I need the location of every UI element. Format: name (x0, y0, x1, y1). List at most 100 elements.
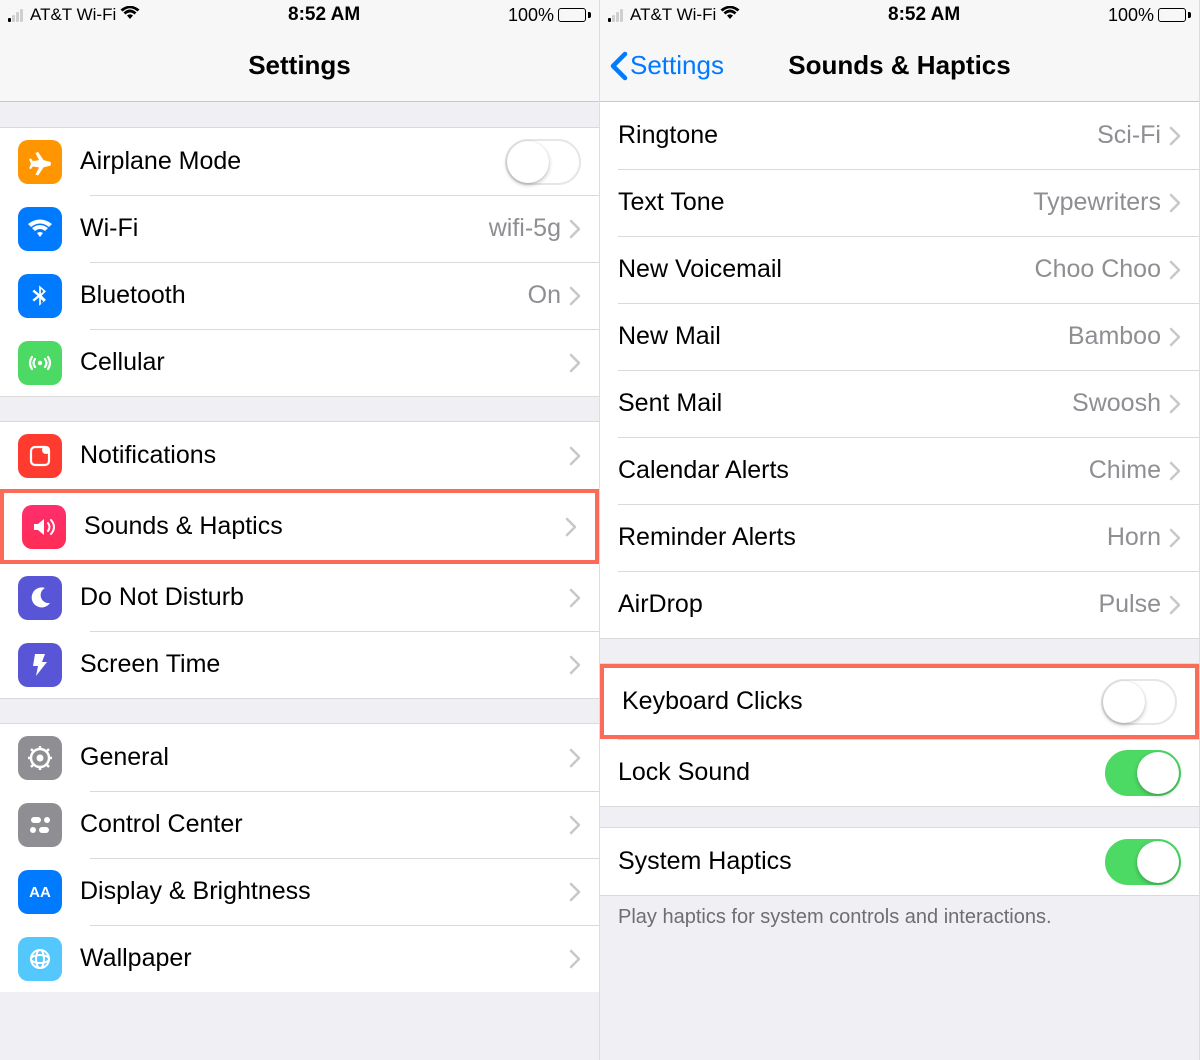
battery-percent: 100% (1108, 5, 1154, 26)
cell-label: Cellular (80, 348, 569, 377)
bluetooth-icon (18, 274, 62, 318)
nav-bar: Settings Sounds & Haptics (600, 30, 1199, 102)
chevron-right-icon (569, 882, 581, 902)
row-calendar-alerts[interactable]: Calendar Alerts Chime (600, 437, 1199, 504)
carrier-label: AT&T Wi-Fi (630, 5, 716, 25)
cell-label: AirDrop (618, 590, 1098, 619)
nav-bar: Settings (0, 30, 599, 102)
row-text-tone[interactable]: Text Tone Typewriters (600, 169, 1199, 236)
cell-label: Keyboard Clicks (622, 687, 1101, 716)
cell-label: Text Tone (618, 188, 1033, 217)
chevron-right-icon (1169, 595, 1181, 615)
chevron-right-icon (1169, 394, 1181, 414)
cell-label: Ringtone (618, 121, 1097, 150)
wallpaper-icon (18, 937, 62, 981)
system-haptics-toggle[interactable] (1105, 839, 1181, 885)
status-time: 8:52 AM (888, 4, 960, 26)
cell-label: Sounds & Haptics (84, 512, 565, 541)
cell-label: Do Not Disturb (80, 583, 569, 612)
chevron-right-icon (1169, 528, 1181, 548)
cell-label: Notifications (80, 441, 569, 470)
cell-value: Chime (1089, 456, 1161, 485)
wifi-icon (720, 6, 740, 25)
cellular-icon (18, 341, 62, 385)
row-ringtone[interactable]: Ringtone Sci-Fi (600, 102, 1199, 169)
row-control-center[interactable]: Control Center (0, 791, 599, 858)
row-sounds-haptics[interactable]: Sounds & Haptics (4, 493, 595, 560)
carrier-label: AT&T Wi-Fi (30, 5, 116, 25)
page-title: Settings (0, 50, 599, 81)
cell-label: New Voicemail (618, 255, 1035, 284)
wifi-icon (120, 6, 140, 25)
cell-label: Wallpaper (80, 944, 569, 973)
row-system-haptics[interactable]: System Haptics (600, 828, 1199, 895)
row-screen-time[interactable]: Screen Time (0, 631, 599, 698)
row-new-mail[interactable]: New Mail Bamboo (600, 303, 1199, 370)
chevron-right-icon (569, 353, 581, 373)
lock-sound-toggle[interactable] (1105, 750, 1181, 796)
cell-label: General (80, 743, 569, 772)
cell-label: Control Center (80, 810, 569, 839)
row-new-voicemail[interactable]: New Voicemail Choo Choo (600, 236, 1199, 303)
airplane-icon (18, 140, 62, 184)
cell-label: Wi-Fi (80, 214, 489, 243)
chevron-right-icon (1169, 327, 1181, 347)
chevron-right-icon (569, 655, 581, 675)
chevron-right-icon (569, 815, 581, 835)
chevron-right-icon (1169, 126, 1181, 146)
battery-icon (1158, 8, 1191, 22)
row-reminder-alerts[interactable]: Reminder Alerts Horn (600, 504, 1199, 571)
footer-note: Play haptics for system controls and int… (600, 895, 1199, 969)
row-lock-sound[interactable]: Lock Sound (600, 739, 1199, 806)
control-center-icon (18, 803, 62, 847)
row-do-not-disturb[interactable]: Do Not Disturb (0, 564, 599, 631)
cell-label: Sent Mail (618, 389, 1072, 418)
cell-label: Airplane Mode (80, 147, 505, 176)
row-wifi[interactable]: Wi-Fi wifi-5g (0, 195, 599, 262)
chevron-right-icon (565, 517, 577, 537)
cell-value: Choo Choo (1035, 255, 1161, 284)
row-cellular[interactable]: Cellular (0, 329, 599, 396)
signal-icon (8, 8, 23, 22)
cell-value: Sci-Fi (1097, 121, 1161, 150)
battery-percent: 100% (508, 5, 554, 26)
row-keyboard-clicks[interactable]: Keyboard Clicks (604, 668, 1195, 735)
status-bar: AT&T Wi-Fi 8:52 AM 100% (600, 0, 1199, 30)
general-icon (18, 736, 62, 780)
row-sent-mail[interactable]: Sent Mail Swoosh (600, 370, 1199, 437)
sounds-icon (22, 505, 66, 549)
wifi-settings-icon (18, 207, 62, 251)
keyboard-clicks-toggle[interactable] (1101, 679, 1177, 725)
dnd-icon (18, 576, 62, 620)
cell-label: New Mail (618, 322, 1068, 351)
signal-icon (608, 8, 623, 22)
display-icon: AA (18, 870, 62, 914)
row-general[interactable]: General (0, 724, 599, 791)
row-notifications[interactable]: Notifications (0, 422, 599, 489)
back-label: Settings (630, 50, 724, 81)
cell-label: Display & Brightness (80, 877, 569, 906)
row-wallpaper[interactable]: Wallpaper (0, 925, 599, 992)
cell-label: Screen Time (80, 650, 569, 679)
cell-label: Bluetooth (80, 281, 528, 310)
row-airplane-mode[interactable]: Airplane Mode (0, 128, 599, 195)
cell-label: Calendar Alerts (618, 456, 1089, 485)
back-button[interactable]: Settings (610, 50, 724, 81)
chevron-right-icon (1169, 461, 1181, 481)
chevron-right-icon (569, 219, 581, 239)
chevron-right-icon (569, 588, 581, 608)
row-display-brightness[interactable]: AA Display & Brightness (0, 858, 599, 925)
status-time: 8:52 AM (288, 4, 360, 26)
chevron-right-icon (569, 446, 581, 466)
highlight-sounds: Sounds & Haptics (0, 489, 599, 564)
row-bluetooth[interactable]: Bluetooth On (0, 262, 599, 329)
notifications-icon (18, 434, 62, 478)
airplane-toggle[interactable] (505, 139, 581, 185)
chevron-right-icon (569, 286, 581, 306)
chevron-right-icon (1169, 260, 1181, 280)
row-airdrop[interactable]: AirDrop Pulse (600, 571, 1199, 638)
cell-value: Typewriters (1033, 188, 1161, 217)
chevron-right-icon (569, 949, 581, 969)
cell-label: Reminder Alerts (618, 523, 1107, 552)
chevron-right-icon (1169, 193, 1181, 213)
